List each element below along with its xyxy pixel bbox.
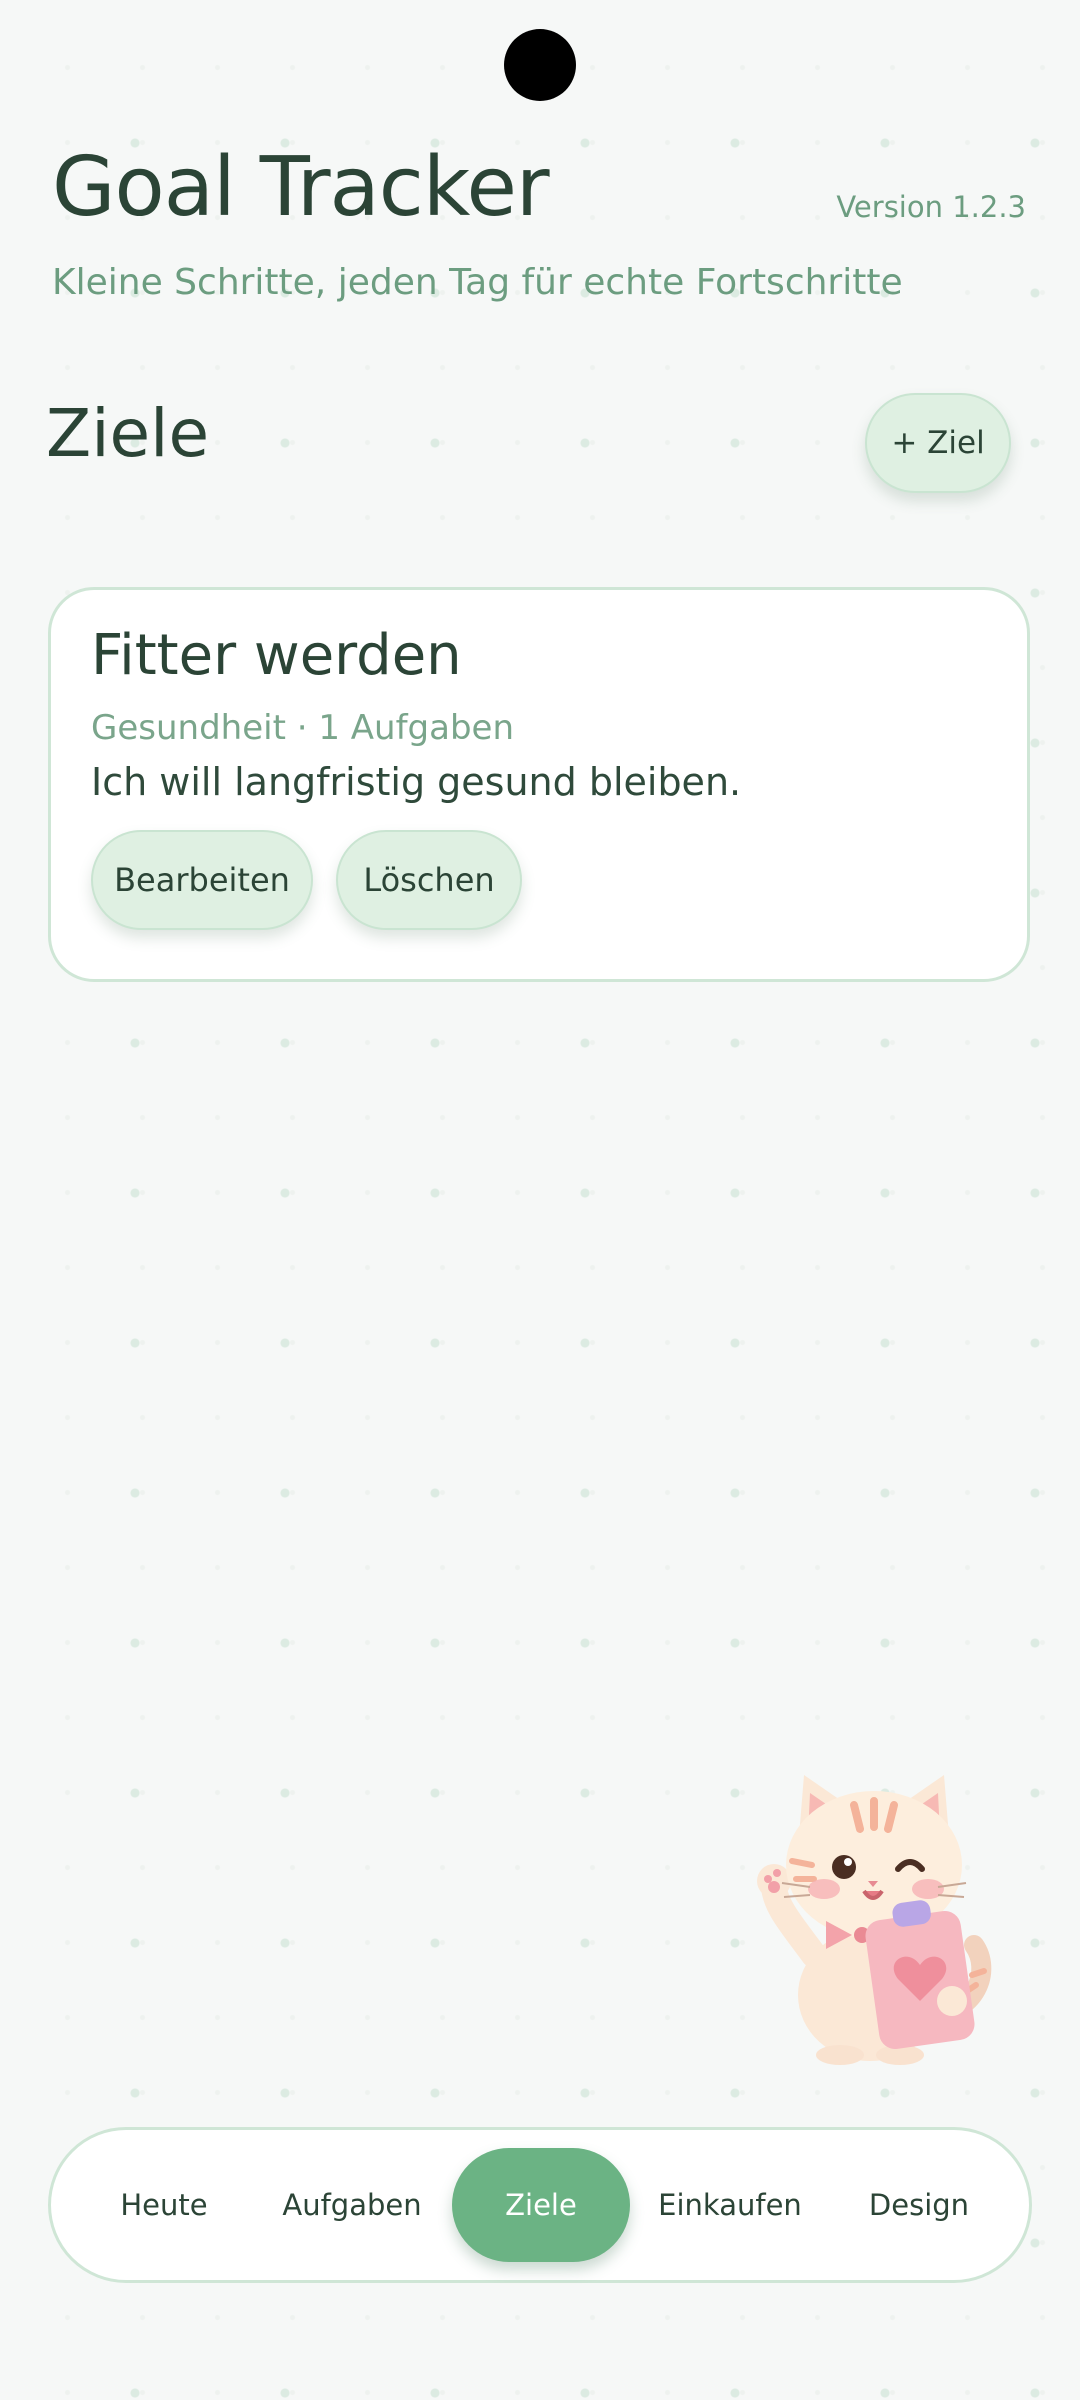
nav-item-einkaufen[interactable]: Einkaufen <box>641 2148 819 2262</box>
bottom-navigation: Heute Aufgaben Ziele Einkaufen Design <box>48 2127 1032 2283</box>
goal-description: Ich will langfristig gesund bleiben. <box>91 760 742 804</box>
goal-title: Fitter werden <box>91 623 462 688</box>
edit-goal-button[interactable]: Bearbeiten <box>91 830 313 930</box>
nav-item-design[interactable]: Design <box>830 2148 1008 2262</box>
camera-cutout <box>504 29 576 101</box>
app-title: Goal Tracker <box>52 140 550 235</box>
add-goal-button[interactable]: + Ziel <box>865 393 1011 493</box>
goal-card: Fitter werden Gesundheit · 1 Aufgaben Ic… <box>48 587 1030 982</box>
version-label: Version 1.2.3 <box>836 190 1026 224</box>
nav-item-heute[interactable]: Heute <box>75 2148 253 2262</box>
cat-mascot-icon <box>752 1765 1000 2065</box>
section-title: Ziele <box>46 395 210 472</box>
nav-item-ziele[interactable]: Ziele <box>452 2148 630 2262</box>
goal-meta: Gesundheit · 1 Aufgaben <box>91 708 515 748</box>
delete-goal-button[interactable]: Löschen <box>336 830 522 930</box>
nav-item-aufgaben[interactable]: Aufgaben <box>263 2148 441 2262</box>
app-subtitle: Kleine Schritte, jeden Tag für echte For… <box>52 262 903 303</box>
